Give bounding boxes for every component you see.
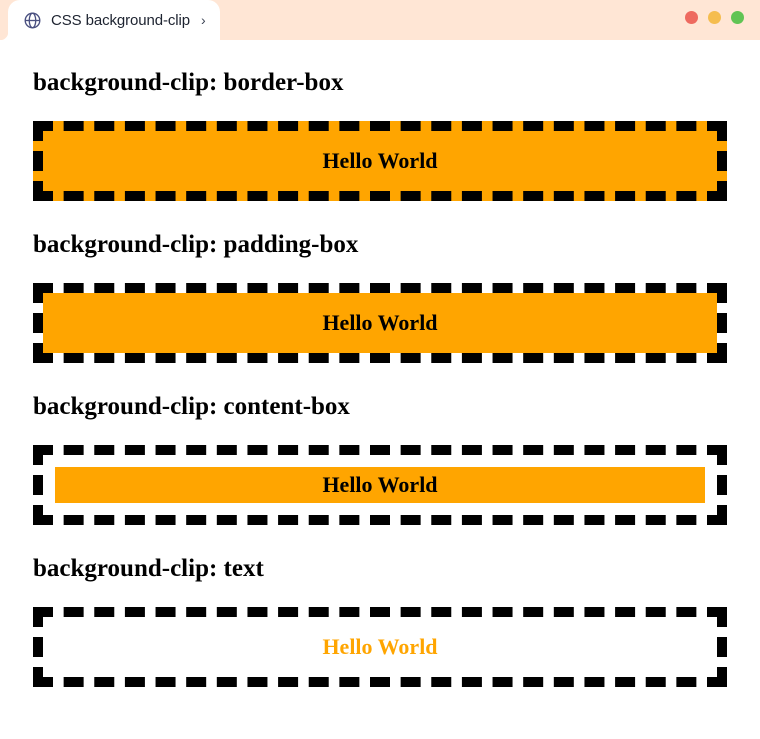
page-viewport: background-clip: border-box Hello World … (0, 40, 760, 739)
section-heading: background-clip: padding-box (33, 231, 359, 258)
chevron-right-icon[interactable]: › (201, 13, 206, 27)
tab-strip: CSS background-clip › (0, 0, 760, 40)
minimize-button[interactable] (708, 11, 721, 24)
browser-tab[interactable]: CSS background-clip › (8, 0, 220, 40)
demo-box-label: Hello World (55, 636, 705, 658)
globe-icon (24, 12, 41, 28)
demo-box-border-box: Hello World (33, 121, 727, 201)
demo-section-padding-box: background-clip: padding-box Hello World (33, 201, 727, 363)
demo-section-content-box: background-clip: content-box Hello World (33, 363, 727, 525)
demo-section-text: background-clip: text Hello World (33, 525, 727, 687)
section-heading: background-clip: text (33, 555, 264, 582)
close-button[interactable] (685, 11, 698, 24)
tab-title: CSS background-clip (51, 11, 191, 29)
demo-box-label: Hello World (322, 472, 438, 497)
section-heading: background-clip: content-box (33, 393, 350, 420)
demo-box-text: Hello World (33, 607, 727, 687)
window-controls (685, 11, 744, 24)
demo-box-label: Hello World (322, 310, 438, 335)
browser-window: CSS background-clip › background-clip: b… (0, 0, 760, 739)
maximize-button[interactable] (731, 11, 744, 24)
page-title: background-clip: border-box (33, 69, 344, 96)
demo-box-label: Hello World (322, 148, 438, 173)
demo-box-content-box: Hello World (33, 445, 727, 525)
demo-section-border-box: background-clip: border-box Hello World (33, 40, 727, 201)
demo-box-padding-box: Hello World (33, 283, 727, 363)
page-content: background-clip: border-box Hello World … (0, 40, 760, 687)
